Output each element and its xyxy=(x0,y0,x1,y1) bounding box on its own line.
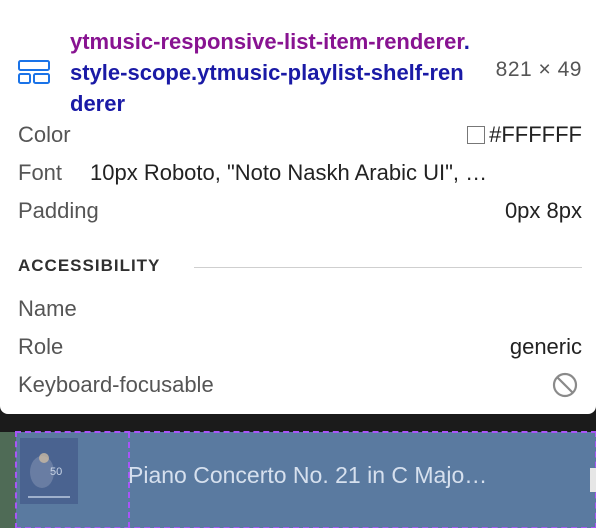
property-color-row: Color #FFFFFF xyxy=(18,118,582,152)
track-title[interactable]: Piano Concerto No. 21 in C Majo… xyxy=(128,462,558,489)
property-padding-row: Padding 0px 8px xyxy=(18,194,582,228)
section-divider xyxy=(194,267,582,268)
accessibility-heading: ACCESSIBILITY xyxy=(18,256,161,275)
property-value: #FFFFFF xyxy=(467,118,582,152)
color-swatch xyxy=(467,126,486,144)
tooltip-header: ytmusic-responsive-list-item-renderer.st… xyxy=(0,12,596,116)
property-label: Font xyxy=(18,160,63,185)
selector-tag: ytmusic-responsive-list-item-renderer xyxy=(70,29,464,54)
track-thumbnail[interactable] xyxy=(20,438,78,504)
property-label: Color xyxy=(18,122,71,147)
element-layout-icon xyxy=(18,60,50,84)
not-allowed-icon xyxy=(552,372,578,398)
inspect-tooltip: ytmusic-responsive-list-item-renderer.st… xyxy=(0,0,596,414)
a11y-focusable-row: Keyboard-focusable xyxy=(18,368,582,402)
property-value: 0px 8px xyxy=(504,198,582,223)
a11y-role-row: Role generic xyxy=(18,330,582,364)
property-label: Padding xyxy=(18,198,99,223)
element-dimensions: 821 × 49 xyxy=(495,58,582,81)
color-value-text: #FFFFFF xyxy=(489,122,582,147)
property-value: 10px Roboto, "Noto Naskh Arabic UI", … xyxy=(90,160,488,185)
page-right-edge xyxy=(590,468,596,492)
property-font-row: Font 10px Roboto, "Noto Naskh Arabic UI"… xyxy=(18,156,582,190)
a11y-label: Keyboard-focusable xyxy=(18,372,214,397)
page-left-strip xyxy=(0,432,16,528)
a11y-value: generic xyxy=(509,334,582,359)
a11y-label: Name xyxy=(18,296,77,321)
element-selector: ytmusic-responsive-list-item-renderer.st… xyxy=(70,26,470,119)
a11y-label: Role xyxy=(18,334,64,359)
thumbnail-label: 50 xyxy=(50,466,63,478)
a11y-name-row: Name xyxy=(18,292,582,326)
album-art-icon xyxy=(20,438,78,504)
